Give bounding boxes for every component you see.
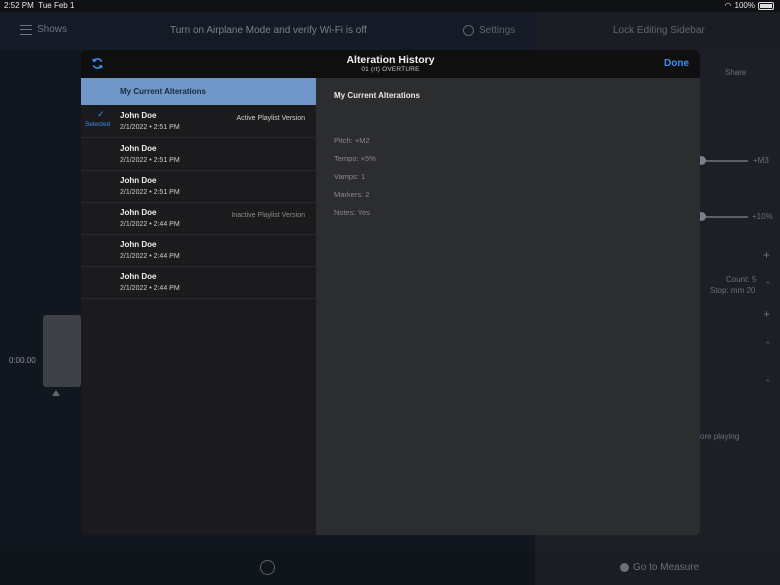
list-item-label: My Current Alterations	[120, 87, 206, 96]
list-item[interactable]: John Doe 2/1/2022 • 2:44 PM	[81, 266, 316, 299]
metronome-icon[interactable]	[260, 560, 275, 575]
list-item[interactable]: John Doe 2/1/2022 • 2:51 PM	[81, 170, 316, 203]
gear-icon	[463, 25, 474, 36]
share-label[interactable]: Share	[725, 68, 746, 77]
row-date: 2/1/2022 • 2:44 PM	[120, 221, 180, 228]
stop-row: Stop: mm 20	[710, 286, 755, 295]
alteration-history-dialog: Alteration History 01 (rt) OVERTURE Done…	[81, 50, 700, 535]
list-item[interactable]: ✓ Selected John Doe 2/1/2022 • 2:51 PM A…	[81, 105, 316, 138]
add-icon[interactable]: +	[763, 307, 770, 321]
list-item[interactable]: John Doe 2/1/2022 • 2:51 PM	[81, 138, 316, 171]
count-value: 5	[751, 275, 757, 284]
row-tag: Active Playlist Version	[236, 115, 305, 122]
done-button[interactable]: Done	[664, 58, 689, 69]
row-author: John Doe	[120, 144, 157, 153]
count-label: Count:	[726, 275, 750, 284]
row-date: 2/1/2022 • 2:44 PM	[120, 285, 180, 292]
go-to-measure-button[interactable]: Go to Measure	[620, 562, 699, 573]
row-date: 2/1/2022 • 2:51 PM	[120, 124, 180, 131]
row-author: John Doe	[120, 111, 157, 120]
row-author: John Doe	[120, 272, 157, 281]
before-playing-label: ore playing	[700, 432, 740, 441]
list-item[interactable]: John Doe 2/1/2022 • 2:44 PM Inactive Pla…	[81, 202, 316, 235]
clock: 2:52 PM	[4, 1, 34, 10]
pitch-value: +M3	[753, 156, 769, 165]
tempo-value: +10%	[752, 212, 773, 221]
settings-label: Settings	[479, 25, 516, 36]
detail-pitch: Pitch: +M2	[334, 136, 370, 145]
menu-icon	[20, 24, 32, 35]
row-author: John Doe	[120, 208, 157, 217]
battery-icon	[758, 1, 774, 10]
chevron-up-icon[interactable]: ⌃	[764, 280, 772, 291]
wifi-icon: ◠	[724, 1, 732, 10]
detail-notes: Notes: Yes	[334, 208, 370, 217]
dialog-subtitle: 01 (rt) OVERTURE	[361, 66, 420, 73]
row-date: 2/1/2022 • 2:51 PM	[120, 157, 180, 164]
dialog-title: Alteration History	[346, 54, 435, 66]
lock-editing-sidebar-button[interactable]: Lock Editing Sidebar	[613, 25, 705, 36]
arrow-circle-icon	[620, 563, 629, 572]
go-to-measure-label: Go to Measure	[633, 562, 700, 573]
count-row: Count: 5	[726, 275, 756, 284]
row-date: 2/1/2022 • 2:44 PM	[120, 253, 180, 260]
row-date: 2/1/2022 • 2:51 PM	[120, 189, 180, 196]
status-indicators: ◠ 100%	[725, 1, 774, 10]
row-author: John Doe	[120, 240, 157, 249]
detail-title: My Current Alterations	[334, 91, 420, 100]
row-author: John Doe	[120, 176, 157, 185]
add-icon[interactable]: +	[763, 248, 770, 262]
date: Tue Feb 1	[38, 1, 75, 10]
list-item[interactable]: John Doe 2/1/2022 • 2:44 PM	[81, 234, 316, 267]
list-item-current-alterations[interactable]: My Current Alterations	[81, 78, 316, 105]
detail-markers: Markers: 2	[334, 190, 370, 199]
detail-vamps: Vamps: 1	[334, 172, 366, 181]
settings-button[interactable]: Settings	[463, 25, 515, 36]
time-code: 0:00.00	[9, 356, 36, 365]
shows-button[interactable]: Shows	[20, 24, 67, 35]
battery-percent: 100%	[734, 1, 755, 10]
detail-tempo: Tempo: +5%	[334, 154, 376, 163]
checkmark-icon: ✓	[97, 109, 105, 119]
status-time: 2:52 PM Tue Feb 1	[4, 1, 74, 10]
playhead-control[interactable]	[43, 315, 81, 387]
stop-value: mm 20	[730, 286, 756, 295]
status-bar: 2:52 PM Tue Feb 1 ◠ 100%	[0, 0, 780, 12]
shows-label: Shows	[37, 24, 68, 35]
row-tag: Inactive Playlist Version	[231, 212, 305, 219]
pitch-slider[interactable]	[700, 160, 748, 162]
chevron-up-icon[interactable]: ⌃	[764, 340, 772, 351]
alteration-detail-panel: My Current Alterations Pitch: +M2 Tempo:…	[316, 78, 700, 535]
selected-label: Selected	[85, 121, 111, 128]
airplane-warning: Turn on Airplane Mode and verify Wi-Fi i…	[170, 25, 367, 36]
alteration-list: My Current Alterations ✓ Selected John D…	[81, 78, 316, 535]
tempo-slider[interactable]	[700, 216, 748, 218]
chevron-up-icon[interactable]: ⌃	[764, 378, 772, 389]
stop-label: Stop:	[710, 286, 729, 295]
playhead-marker-icon	[52, 390, 60, 396]
